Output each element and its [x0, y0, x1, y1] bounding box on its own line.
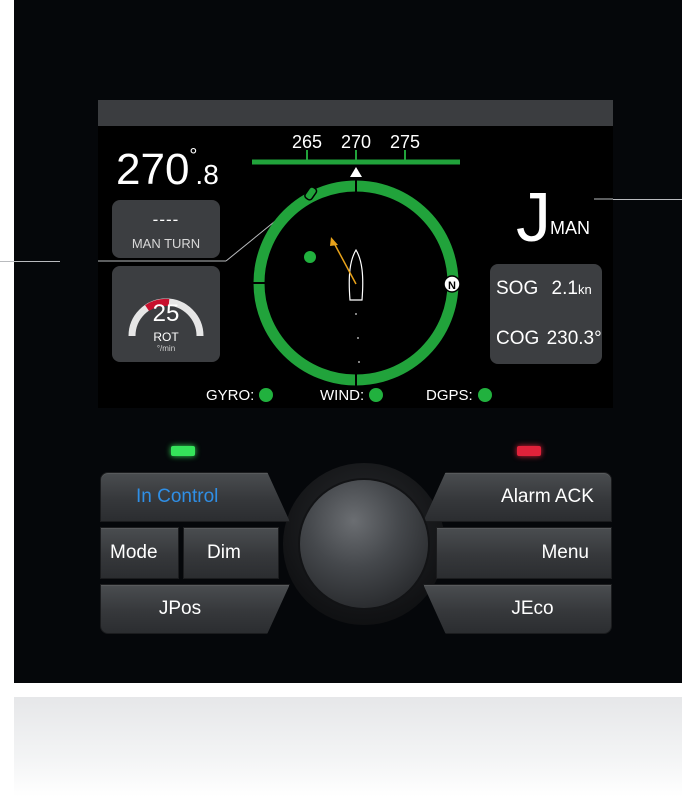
heading-scale-label-265: 265	[292, 132, 322, 152]
status-wind-label: WIND:	[320, 387, 365, 404]
north-marker-label: N	[448, 280, 456, 292]
heading-degree-symbol: °	[189, 145, 198, 167]
heading-integer: 270	[116, 145, 190, 194]
sog-value: 2.1	[551, 278, 578, 299]
jpos-button-label: JPos	[158, 598, 202, 619]
man-turn-box: ---- MAN TURN	[112, 200, 220, 258]
menu-button[interactable]: Menu	[436, 527, 612, 579]
status-dgps: DGPS:	[426, 387, 492, 404]
jeco-button[interactable]: JEco	[423, 584, 612, 634]
rot-value: 25	[152, 300, 180, 327]
man-turn-label: MAN TURN	[131, 236, 201, 251]
callout-line-left	[0, 261, 60, 262]
status-wind: WIND:	[320, 387, 384, 404]
sog-row: SOG 2.1kn	[496, 278, 592, 300]
alarm-ack-button[interactable]: Alarm ACK	[423, 472, 612, 522]
status-gyro-indicator	[259, 388, 274, 402]
in-control-label: In Control	[136, 486, 219, 507]
heading-readout: 270°.8	[116, 145, 219, 194]
sog-unit: kn	[577, 282, 592, 297]
cog-label: COG	[496, 328, 540, 349]
rot-gauge: 25 ROT °/min	[112, 266, 220, 362]
control-knob[interactable]	[300, 480, 428, 608]
jpos-button[interactable]: JPos	[100, 584, 290, 634]
heading-decimal: .8	[195, 159, 219, 190]
in-control-button[interactable]: In Control	[100, 472, 290, 522]
menu-button-label: Menu	[541, 542, 589, 563]
rot-unit: °/min	[156, 344, 176, 353]
dim-button[interactable]: Dim	[183, 527, 279, 579]
alarm-led-red	[517, 446, 541, 456]
course-vector	[333, 242, 357, 285]
rot-label: ROT	[153, 330, 179, 344]
heading-pointer-icon	[350, 167, 362, 177]
mode-letter: J	[516, 178, 551, 256]
status-wind-indicator	[369, 388, 384, 402]
status-dgps-indicator	[477, 388, 492, 402]
display-screen: 265 270 275 N 270°.8 ---- MAN TURN 25 RO…	[98, 100, 613, 408]
track-dot	[355, 313, 357, 315]
man-turn-value: ----	[152, 210, 180, 229]
nav-data-box: SOG 2.1kn COG 230.3°	[490, 264, 602, 364]
position-dot	[304, 251, 316, 263]
mode-button[interactable]: Mode	[100, 527, 179, 579]
status-gyro-label: GYRO:	[206, 387, 255, 404]
track-dot	[358, 361, 360, 363]
status-dgps-label: DGPS:	[426, 387, 473, 404]
course-arrow-icon	[330, 237, 338, 246]
sog-label: SOG	[496, 278, 539, 299]
cog-value: 230.3°	[546, 328, 602, 349]
cog-row: COG 230.3°	[496, 328, 602, 350]
panel-reflection	[14, 697, 682, 797]
alarm-ack-label: Alarm ACK	[501, 486, 594, 507]
heading-scale-label-275: 275	[390, 132, 420, 152]
jeco-button-label: JEco	[511, 598, 554, 619]
mode-label: MAN	[550, 218, 590, 238]
status-gyro: GYRO:	[206, 387, 274, 404]
dim-button-label: Dim	[207, 542, 241, 563]
heading-scale-label-270: 270	[341, 132, 371, 152]
mode-button-label: Mode	[110, 542, 158, 563]
track-dot	[357, 337, 359, 339]
control-led-green	[171, 446, 195, 456]
